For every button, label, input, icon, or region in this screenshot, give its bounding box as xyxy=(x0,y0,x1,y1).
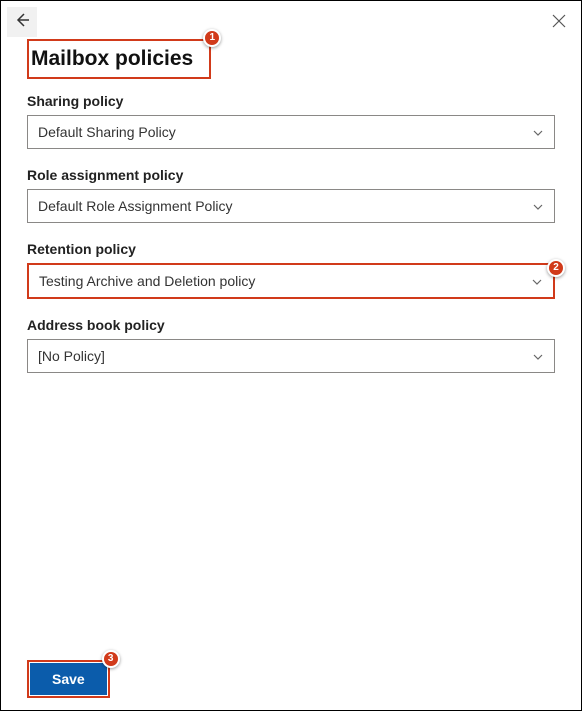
retention-policy-group: Retention policy Testing Archive and Del… xyxy=(27,241,555,299)
sharing-policy-label: Sharing policy xyxy=(27,93,555,109)
address-book-policy-label: Address book policy xyxy=(27,317,555,333)
chevron-down-icon xyxy=(532,200,544,212)
role-assignment-policy-label: Role assignment policy xyxy=(27,167,555,183)
retention-policy-value: Testing Archive and Deletion policy xyxy=(39,273,255,289)
callout-badge-3: 3 xyxy=(102,650,120,668)
page-title-highlight: Mailbox policies 1 xyxy=(27,39,211,79)
save-button-highlight: Save 3 xyxy=(27,660,110,698)
page-title: Mailbox policies xyxy=(31,41,203,77)
mailbox-policies-panel: Mailbox policies 1 Sharing policy Defaul… xyxy=(0,0,582,711)
sharing-policy-group: Sharing policy Default Sharing Policy xyxy=(27,93,555,149)
save-button[interactable]: Save xyxy=(30,663,107,695)
arrow-left-icon xyxy=(14,12,30,33)
chevron-down-icon xyxy=(531,275,543,287)
role-assignment-policy-group: Role assignment policy Default Role Assi… xyxy=(27,167,555,223)
content-area: Mailbox policies 1 Sharing policy Defaul… xyxy=(1,37,581,373)
chevron-down-icon xyxy=(532,350,544,362)
retention-policy-label: Retention policy xyxy=(27,241,555,257)
close-button[interactable] xyxy=(547,11,571,35)
chevron-down-icon xyxy=(532,126,544,138)
footer: Save 3 xyxy=(27,660,110,698)
sharing-policy-value: Default Sharing Policy xyxy=(38,124,176,140)
back-button[interactable] xyxy=(7,7,37,37)
callout-badge-2: 2 xyxy=(547,259,565,277)
retention-policy-select[interactable]: Testing Archive and Deletion policy xyxy=(27,263,555,299)
address-book-policy-value: [No Policy] xyxy=(38,348,105,364)
callout-badge-1: 1 xyxy=(203,29,221,47)
address-book-policy-group: Address book policy [No Policy] xyxy=(27,317,555,373)
sharing-policy-select[interactable]: Default Sharing Policy xyxy=(27,115,555,149)
address-book-policy-select[interactable]: [No Policy] xyxy=(27,339,555,373)
role-assignment-policy-value: Default Role Assignment Policy xyxy=(38,198,233,214)
close-icon xyxy=(552,14,566,33)
role-assignment-policy-select[interactable]: Default Role Assignment Policy xyxy=(27,189,555,223)
topbar xyxy=(1,1,581,37)
